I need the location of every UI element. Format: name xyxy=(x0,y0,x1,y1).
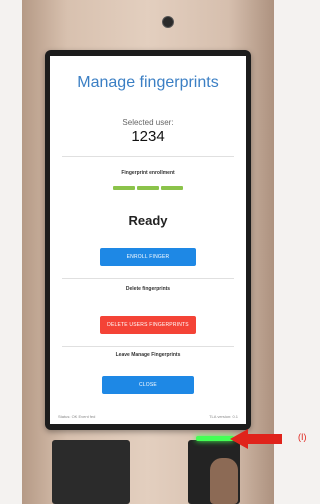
delete-fingerprints-button[interactable]: DELETE USERS FINGERPRINTS xyxy=(100,316,196,334)
callout-label: (I) xyxy=(298,432,307,442)
arrow-head-icon xyxy=(230,429,248,449)
delete-section-label: Delete fingerprints xyxy=(125,286,171,292)
leave-section-label: Leave Manage Fingerprints xyxy=(115,352,181,358)
camera-icon xyxy=(162,16,174,28)
selected-user-label: Selected user: xyxy=(122,118,174,127)
divider xyxy=(62,278,234,279)
divider xyxy=(62,156,234,157)
finger-icon xyxy=(210,458,238,504)
sensor-light-icon xyxy=(196,436,234,441)
divider xyxy=(62,346,234,347)
enrollment-label: Fingerprint enrollment xyxy=(121,170,175,176)
arrow-icon xyxy=(246,434,282,444)
enroll-finger-button[interactable]: ENROLL FINGER xyxy=(100,248,196,266)
kiosk-screen: Manage fingerprints Selected user: 1234 … xyxy=(50,56,246,424)
card-reader xyxy=(52,440,130,504)
status-text: Ready xyxy=(128,213,168,228)
close-button[interactable]: CLOSE xyxy=(102,376,194,394)
status-footer: Status: OK Event fed xyxy=(58,414,96,419)
progress-segment-3 xyxy=(161,186,183,190)
version-footer: TLA version: 0.1 xyxy=(209,414,238,419)
selected-user-value: 1234 xyxy=(131,128,165,145)
progress-segment-1 xyxy=(113,186,135,190)
progress-segment-2 xyxy=(137,186,159,190)
enrollment-progress-bar xyxy=(113,186,183,190)
page-title: Manage fingerprints xyxy=(77,74,219,91)
